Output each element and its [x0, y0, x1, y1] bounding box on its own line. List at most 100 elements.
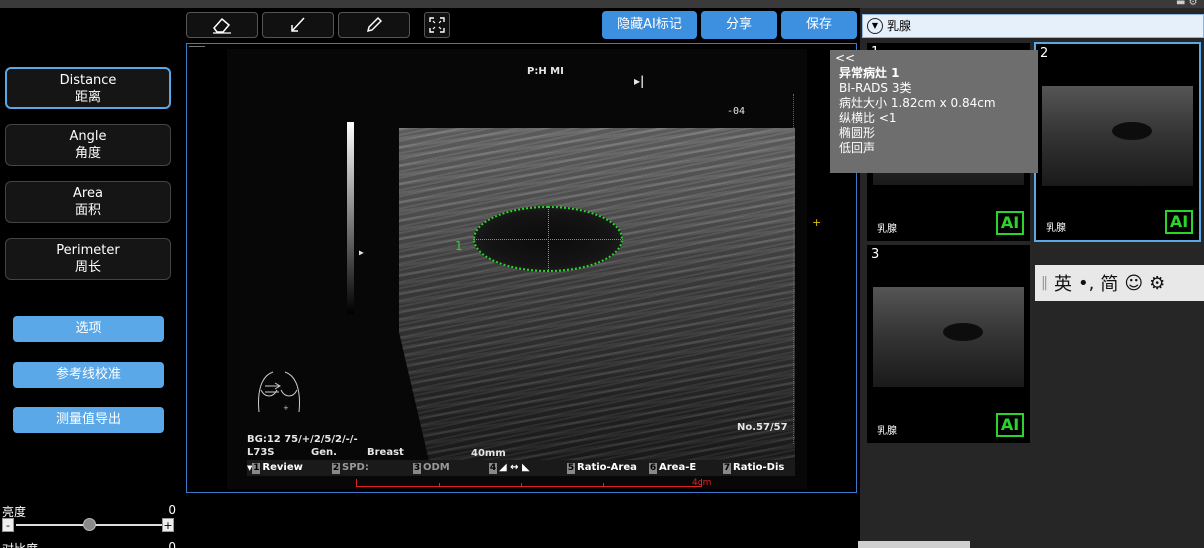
- ime-english-toggle[interactable]: 英: [1054, 270, 1072, 296]
- ruler-label: 4cm: [692, 478, 712, 488]
- eraser-icon: [213, 17, 231, 34]
- gain-pointer: ▶: [359, 248, 364, 257]
- ime-simplified-toggle[interactable]: 简: [1100, 270, 1118, 296]
- ruler-tick: [603, 483, 604, 487]
- category-label: 乳腺: [887, 19, 912, 33]
- area-label-en: Area: [73, 186, 103, 201]
- reference-line-calibration-button[interactable]: 参考线校准: [13, 362, 164, 388]
- lesion-axis-vertical: [548, 206, 549, 272]
- thumbnail-number: 2: [1040, 46, 1049, 61]
- ruler-tick: [521, 483, 522, 487]
- bottom-strip: [858, 541, 970, 548]
- probe-model: L73S: [247, 447, 275, 458]
- menu-ratio-area[interactable]: 5 Ratio-Area: [567, 462, 637, 475]
- thumbnail-image: [873, 287, 1024, 387]
- lesion-tooltip: << 异常病灶 1 BI-RADS 3类 病灶大小 1.82cm x 0.84c…: [830, 50, 1038, 173]
- depth-value: 40mm: [471, 448, 506, 459]
- arrow-tool-button[interactable]: [262, 12, 334, 38]
- ime-punctuation-toggle[interactable]: •,: [1078, 273, 1094, 294]
- menu-odm[interactable]: 3 ODM: [413, 462, 450, 475]
- angle-button[interactable]: Angle 角度: [5, 124, 171, 166]
- perimeter-label-zh: 周长: [74, 260, 101, 275]
- thumbnail-number: 3: [871, 247, 880, 262]
- ime-drag-handle[interactable]: ‖: [1041, 275, 1048, 291]
- focus-marker: ▸|: [634, 74, 645, 88]
- window-controls[interactable]: ▬ ⚙: [1176, 0, 1198, 8]
- thumbnail-3[interactable]: 3 乳腺 AI: [867, 245, 1030, 443]
- save-button[interactable]: 保存: [781, 11, 857, 39]
- gain-info: BG:12 75/+/2/5/2/-/-: [247, 434, 358, 445]
- brightness-plus-button[interactable]: +: [162, 518, 174, 532]
- brightness-value: 0: [168, 503, 176, 517]
- distance-label-zh: 距离: [74, 90, 101, 105]
- ultrasound-viewer[interactable]: P:H MI ▸| -04 ▶ 1 + No.57/57 + BG:12 75/…: [186, 43, 857, 493]
- scale-ruler: [356, 479, 702, 487]
- contrast-slider: 对比度 0: [2, 540, 176, 548]
- category-header[interactable]: ▼ 乳腺: [862, 14, 1204, 38]
- area-button[interactable]: Area 面积: [5, 181, 171, 223]
- pencil-button[interactable]: [338, 12, 410, 38]
- tooltip-echo: 低回声: [839, 141, 876, 155]
- breast-body-marker-icon: +: [258, 371, 300, 413]
- contrast-value: 0: [168, 540, 176, 548]
- area-label-zh: 面积: [74, 203, 101, 218]
- ruler-tick: [439, 483, 440, 487]
- ultrasound-scan-image: [399, 128, 795, 468]
- eraser-button[interactable]: [186, 12, 258, 38]
- tooltip-shape: 椭圆形: [839, 126, 876, 140]
- menu-ratio-dis[interactable]: 7 Ratio-Dis: [723, 462, 784, 475]
- thumbnail-tag: 乳腺: [877, 426, 897, 437]
- preset-gen: Gen.: [311, 447, 337, 458]
- scale-marker: +: [812, 216, 822, 229]
- perimeter-label-en: Perimeter: [56, 243, 120, 258]
- chevron-down-icon[interactable]: ▼: [867, 18, 883, 34]
- probe-header: P:H MI: [527, 66, 564, 77]
- distance-label-en: Distance: [59, 73, 117, 88]
- fullscreen-button[interactable]: [424, 12, 450, 38]
- svg-text:+: +: [283, 404, 289, 412]
- thumbnail-image: [1042, 86, 1193, 186]
- brightness-slider: 亮度 0 - +: [2, 503, 176, 539]
- ai-badge: AI: [996, 413, 1024, 437]
- gear-icon[interactable]: ⚙: [1149, 273, 1165, 294]
- app-window: ▬ ⚙ Distance 距离 Angle 角度 Area 面积 Perimet…: [0, 0, 1204, 548]
- ime-toolbar: ‖ 英 •, 简 ☺ ⚙: [1035, 265, 1204, 301]
- tooltip-aspect-ratio: 纵横比 <1: [839, 111, 897, 125]
- thumbnail-tag: 乳腺: [1046, 223, 1066, 234]
- ai-badge: AI: [996, 211, 1024, 235]
- grayscale-bar: [347, 122, 354, 314]
- tooltip-size: 病灶大小 1.82cm x 0.84cm: [839, 96, 996, 110]
- title-bar: ▬ ⚙: [0, 0, 1204, 8]
- collapse-tooltip-button[interactable]: <<: [835, 51, 855, 66]
- contrast-label: 对比度: [2, 540, 38, 548]
- export-measurements-button[interactable]: 测量值导出: [13, 407, 164, 433]
- hide-ai-marks-button[interactable]: 隐藏AI标记: [602, 11, 697, 39]
- preset-breast: Breast: [367, 447, 404, 458]
- menu-shape[interactable]: 4 ◢ ↔ ◣: [489, 462, 530, 475]
- pencil-icon: [366, 16, 383, 33]
- depth-marker: -04: [727, 106, 746, 117]
- lesion-number: 1: [455, 239, 463, 253]
- menu-review[interactable]: ▼1 Review: [247, 462, 303, 475]
- menu-area-e[interactable]: 6 Area-E: [649, 462, 696, 475]
- options-button[interactable]: 选项: [13, 316, 164, 342]
- perimeter-button[interactable]: Perimeter 周长: [5, 238, 171, 280]
- menu-spd[interactable]: 2 SPD:: [332, 462, 369, 475]
- tooltip-birads: BI-RADS 3类: [839, 81, 912, 95]
- tooltip-title: 异常病灶 1: [839, 66, 900, 80]
- frame-count: No.57/57: [737, 422, 788, 433]
- thumbnail-2[interactable]: 2 乳腺 AI: [1034, 42, 1201, 242]
- depth-scale: [793, 94, 794, 444]
- distance-button[interactable]: Distance 距离: [5, 67, 171, 109]
- thumbnail-tag: 乳腺: [877, 224, 897, 235]
- arrow-icon: [291, 17, 305, 32]
- angle-label-zh: 角度: [74, 146, 101, 161]
- ai-badge: AI: [1165, 210, 1193, 234]
- viewer-corner-mark: [189, 46, 205, 47]
- brightness-minus-button[interactable]: -: [2, 518, 14, 532]
- angle-label-en: Angle: [69, 129, 107, 144]
- brightness-knob[interactable]: [83, 518, 96, 531]
- emoji-icon[interactable]: ☺: [1124, 273, 1143, 294]
- fullscreen-icon: [429, 17, 445, 33]
- share-button[interactable]: 分享: [701, 11, 777, 39]
